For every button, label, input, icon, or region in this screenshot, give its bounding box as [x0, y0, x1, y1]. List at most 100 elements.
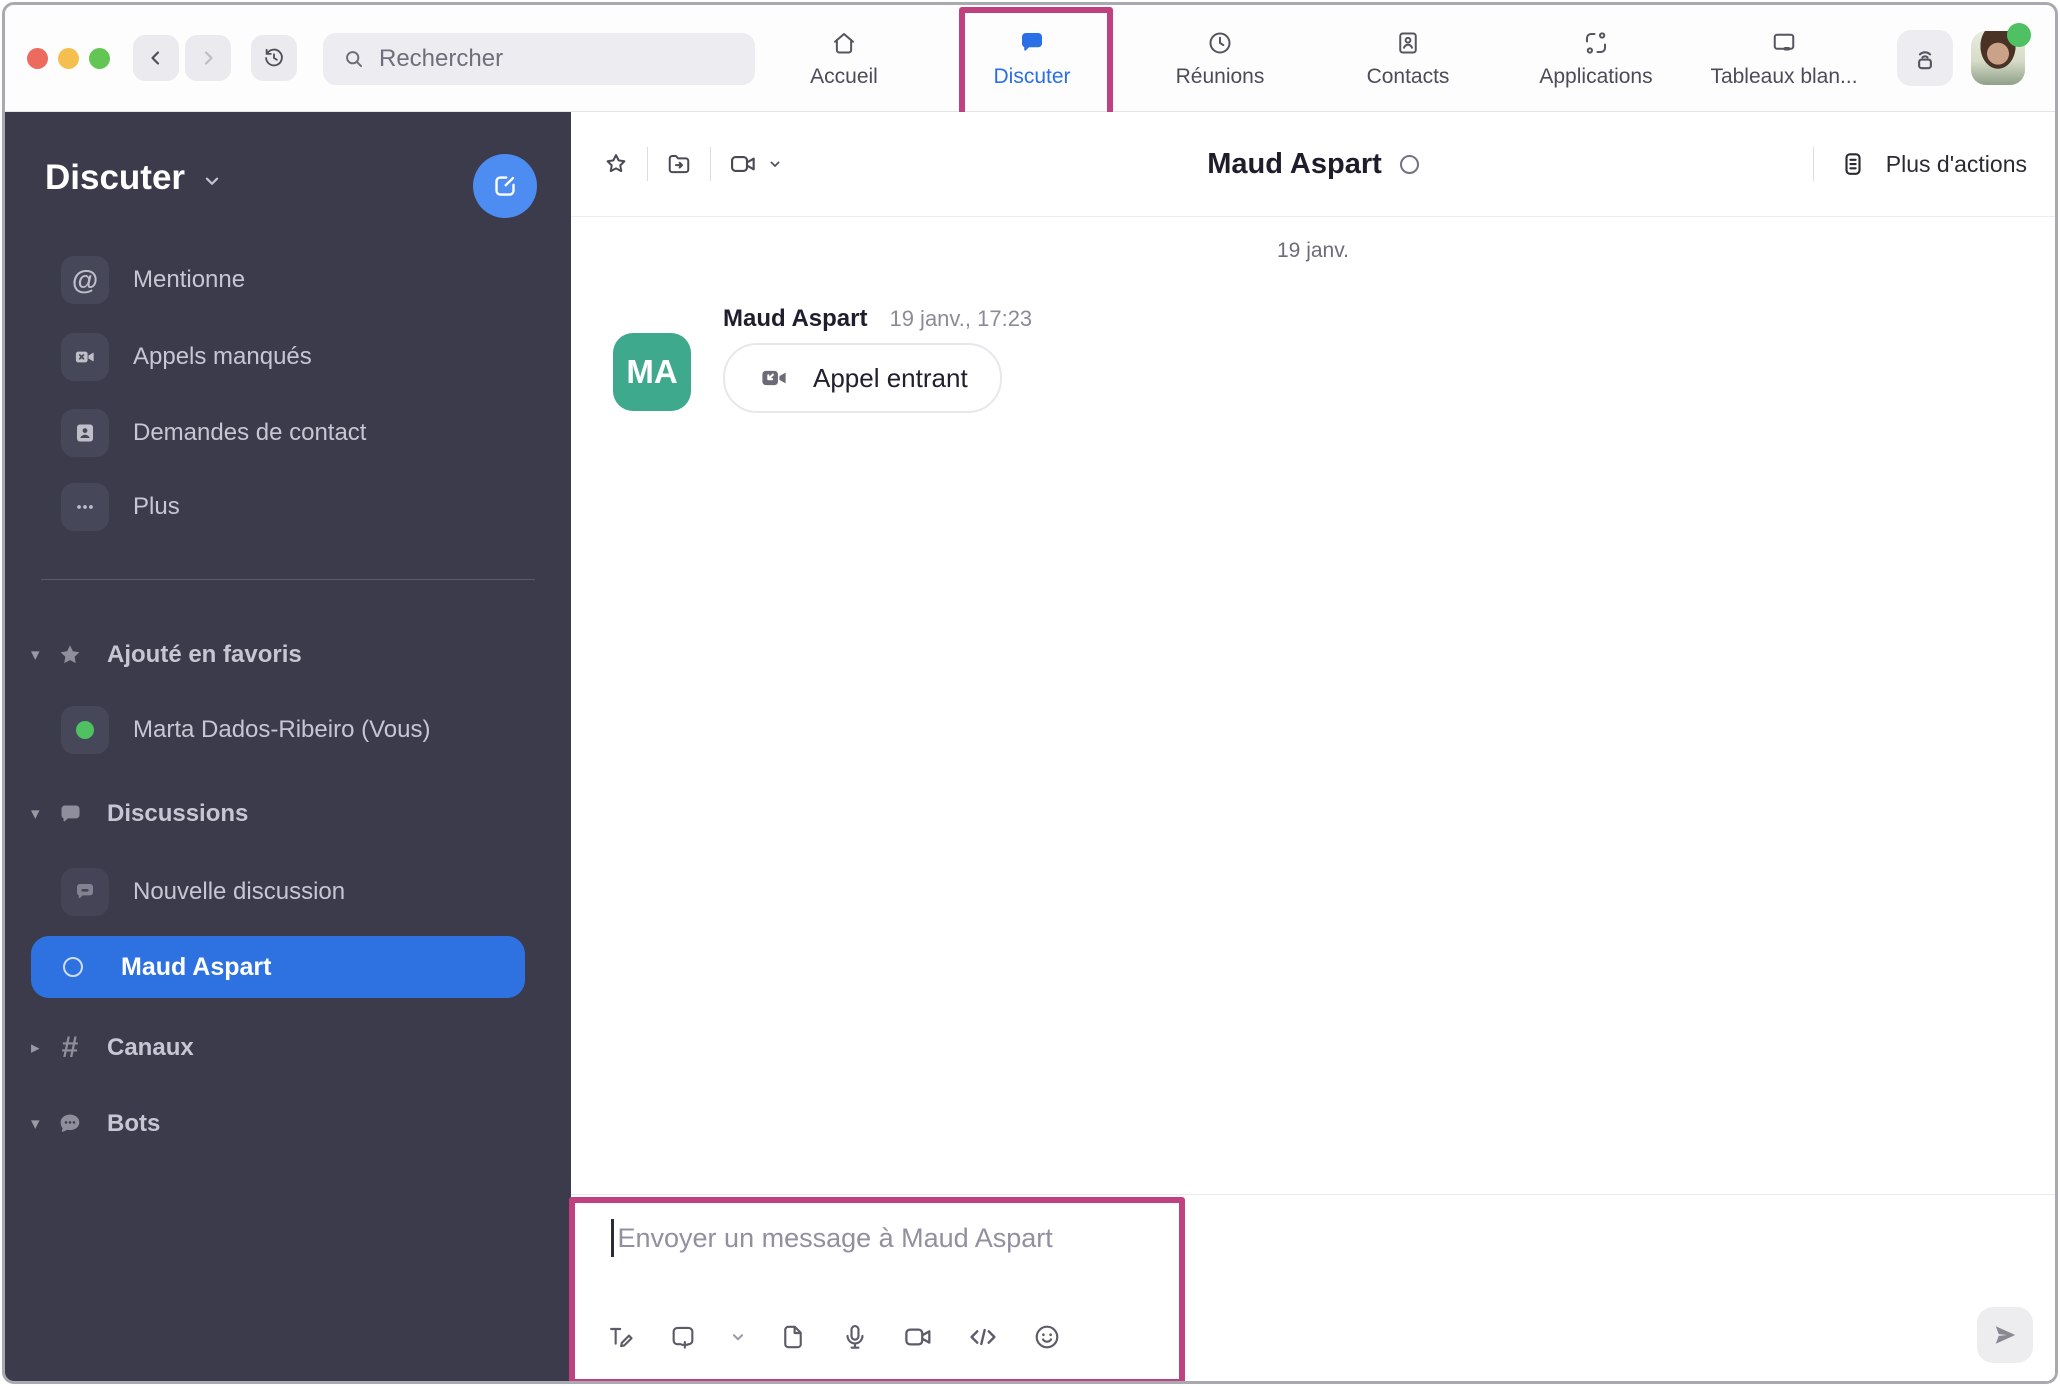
sidebar-item-label: Marta Dados-Ribeiro (Vous): [133, 716, 431, 743]
apps-icon: [1581, 28, 1611, 58]
expand-arrow-icon[interactable]: ▸: [31, 1038, 53, 1058]
history-icon: [261, 45, 287, 71]
text-cursor: [611, 1219, 614, 1257]
status-ring-icon: [1399, 154, 1419, 174]
message-sender: Maud Aspart: [723, 305, 868, 332]
sidebar-item-label: Maud Aspart: [121, 952, 272, 981]
search-input[interactable]: Rechercher: [323, 33, 755, 85]
attach-options-button[interactable]: [729, 1328, 747, 1346]
chat-bubble-icon: [55, 801, 85, 828]
chat-title: Maud Aspart: [1207, 147, 1382, 180]
chevron-left-icon: [144, 46, 168, 70]
sidebar-item-more[interactable]: Plus: [61, 483, 180, 531]
incoming-call-chip[interactable]: Appel entrant: [723, 343, 1002, 413]
emoji-button[interactable]: [1031, 1321, 1063, 1353]
zoom-app-window: Rechercher Accueil Discuter Réunions Con…: [2, 2, 2058, 1384]
home-icon: [829, 28, 859, 58]
chevron-right-icon: [196, 46, 220, 70]
tab-label: Discuter: [993, 64, 1071, 88]
section-header-label: Discussions: [107, 800, 249, 827]
topbar: Rechercher Accueil Discuter Réunions Con…: [5, 5, 2055, 118]
maximize-button[interactable]: [89, 48, 110, 69]
file-button[interactable]: [777, 1321, 809, 1353]
video-message-button[interactable]: [901, 1320, 935, 1354]
tab-label: Applications: [1539, 64, 1653, 88]
main-nav: Accueil Discuter Réunions Contacts Appli…: [750, 5, 1878, 111]
sidebar-title[interactable]: Discuter: [45, 158, 223, 198]
sidebar-item-label: Mentionne: [133, 266, 246, 293]
chat-bubble-icon: [1017, 28, 1047, 58]
incoming-video-call-icon: [757, 361, 791, 395]
message-composer: Envoyer un message à Maud Aspart: [569, 1194, 2055, 1381]
emoji-icon: [1031, 1321, 1063, 1353]
collapse-arrow-icon[interactable]: ▾: [31, 645, 53, 665]
sidebar: Discuter @ Mentionne Appels manqués Dema…: [5, 112, 571, 1381]
video-icon: [901, 1320, 935, 1354]
composer-placeholder: Envoyer un message à Maud Aspart: [617, 1222, 1053, 1253]
sidebar-item-contact-requests[interactable]: Demandes de contact: [61, 409, 366, 457]
call-chip-label: Appel entrant: [813, 362, 968, 393]
back-button[interactable]: [133, 35, 179, 81]
sidebar-item-marta[interactable]: Marta Dados-Ribeiro (Vous): [61, 706, 430, 754]
code-icon: [965, 1319, 1001, 1355]
list-icon: [1838, 149, 1868, 179]
sidebar-item-missed-calls[interactable]: Appels manqués: [61, 333, 312, 381]
message-input[interactable]: Envoyer un message à Maud Aspart: [611, 1219, 1053, 1257]
send-button[interactable]: [1977, 1307, 2033, 1363]
microphone-button[interactable]: [839, 1321, 871, 1353]
sidebar-item-label: Nouvelle discussion: [133, 878, 346, 905]
message-row: MA Maud Aspart 19 janv., 17:23 Appel ent…: [613, 305, 1032, 413]
tab-discuter[interactable]: Discuter: [938, 5, 1126, 111]
tab-reunions[interactable]: Réunions: [1126, 5, 1314, 111]
history-button[interactable]: [251, 35, 297, 81]
file-icon: [777, 1321, 809, 1353]
format-text-icon: [605, 1321, 637, 1353]
code-snippet-button[interactable]: [965, 1319, 1001, 1355]
tab-accueil[interactable]: Accueil: [750, 5, 938, 111]
screenshot-button[interactable]: [667, 1321, 699, 1353]
compose-icon: [490, 171, 520, 201]
sidebar-item-label: Appels manqués: [133, 343, 312, 370]
close-button[interactable]: [27, 48, 48, 69]
share-to-device-icon: [1909, 42, 1941, 74]
more-actions-button[interactable]: Plus d'actions: [1812, 112, 2027, 216]
chat-body: 19 janv. MA Maud Aspart 19 janv., 17:23 …: [571, 217, 2055, 1194]
section-bots[interactable]: ▾ Bots: [31, 1106, 160, 1142]
chat-header: Maud Aspart Plus d'actions: [571, 112, 2055, 217]
microphone-icon: [839, 1321, 871, 1353]
hash-icon: #: [61, 1031, 79, 1064]
collapse-arrow-icon[interactable]: ▾: [31, 1114, 53, 1134]
more-actions-label: Plus d'actions: [1885, 150, 2027, 177]
section-header-label: Ajouté en favoris: [107, 641, 302, 668]
message-timestamp: 19 janv., 17:23: [889, 306, 1033, 331]
section-discussions[interactable]: ▾ Discussions: [31, 796, 248, 832]
composer-toolbar: [605, 1319, 1063, 1355]
contact-request-icon: [61, 409, 109, 457]
sidebar-item-mentions[interactable]: @ Mentionne: [61, 256, 245, 304]
search-icon: [341, 46, 367, 72]
minimize-button[interactable]: [58, 48, 79, 69]
chat-bubble-icon: [61, 868, 109, 916]
tab-label: Réunions: [1175, 64, 1265, 88]
new-chat-button[interactable]: [473, 154, 537, 218]
tab-tableaux-blancs[interactable]: Tableaux blan...: [1690, 5, 1878, 111]
sidebar-item-nouvelle-discussion[interactable]: Nouvelle discussion: [61, 868, 345, 916]
tab-applications[interactable]: Applications: [1502, 5, 1690, 111]
window-controls: [27, 48, 110, 69]
sidebar-item-label: Demandes de contact: [133, 419, 367, 446]
bot-bubble-icon: [55, 1110, 85, 1138]
user-avatar[interactable]: [1971, 23, 2031, 85]
section-channels[interactable]: ▸ # Canaux: [31, 1030, 194, 1066]
share-to-device-button[interactable]: [1897, 30, 1953, 86]
sidebar-item-label: Plus: [133, 493, 180, 520]
date-separator: 19 janv.: [1277, 239, 1349, 262]
divider: [1812, 147, 1814, 181]
avatar[interactable]: MA: [613, 333, 691, 411]
section-header-label: Canaux: [107, 1034, 194, 1061]
section-favorites[interactable]: ▾ Ajouté en favoris: [31, 637, 302, 673]
forward-button[interactable]: [185, 35, 231, 81]
tab-contacts[interactable]: Contacts: [1314, 5, 1502, 111]
collapse-arrow-icon[interactable]: ▾: [31, 804, 53, 824]
format-text-button[interactable]: [605, 1321, 637, 1353]
sidebar-item-maud-aspart-selected[interactable]: Maud Aspart: [31, 936, 525, 998]
